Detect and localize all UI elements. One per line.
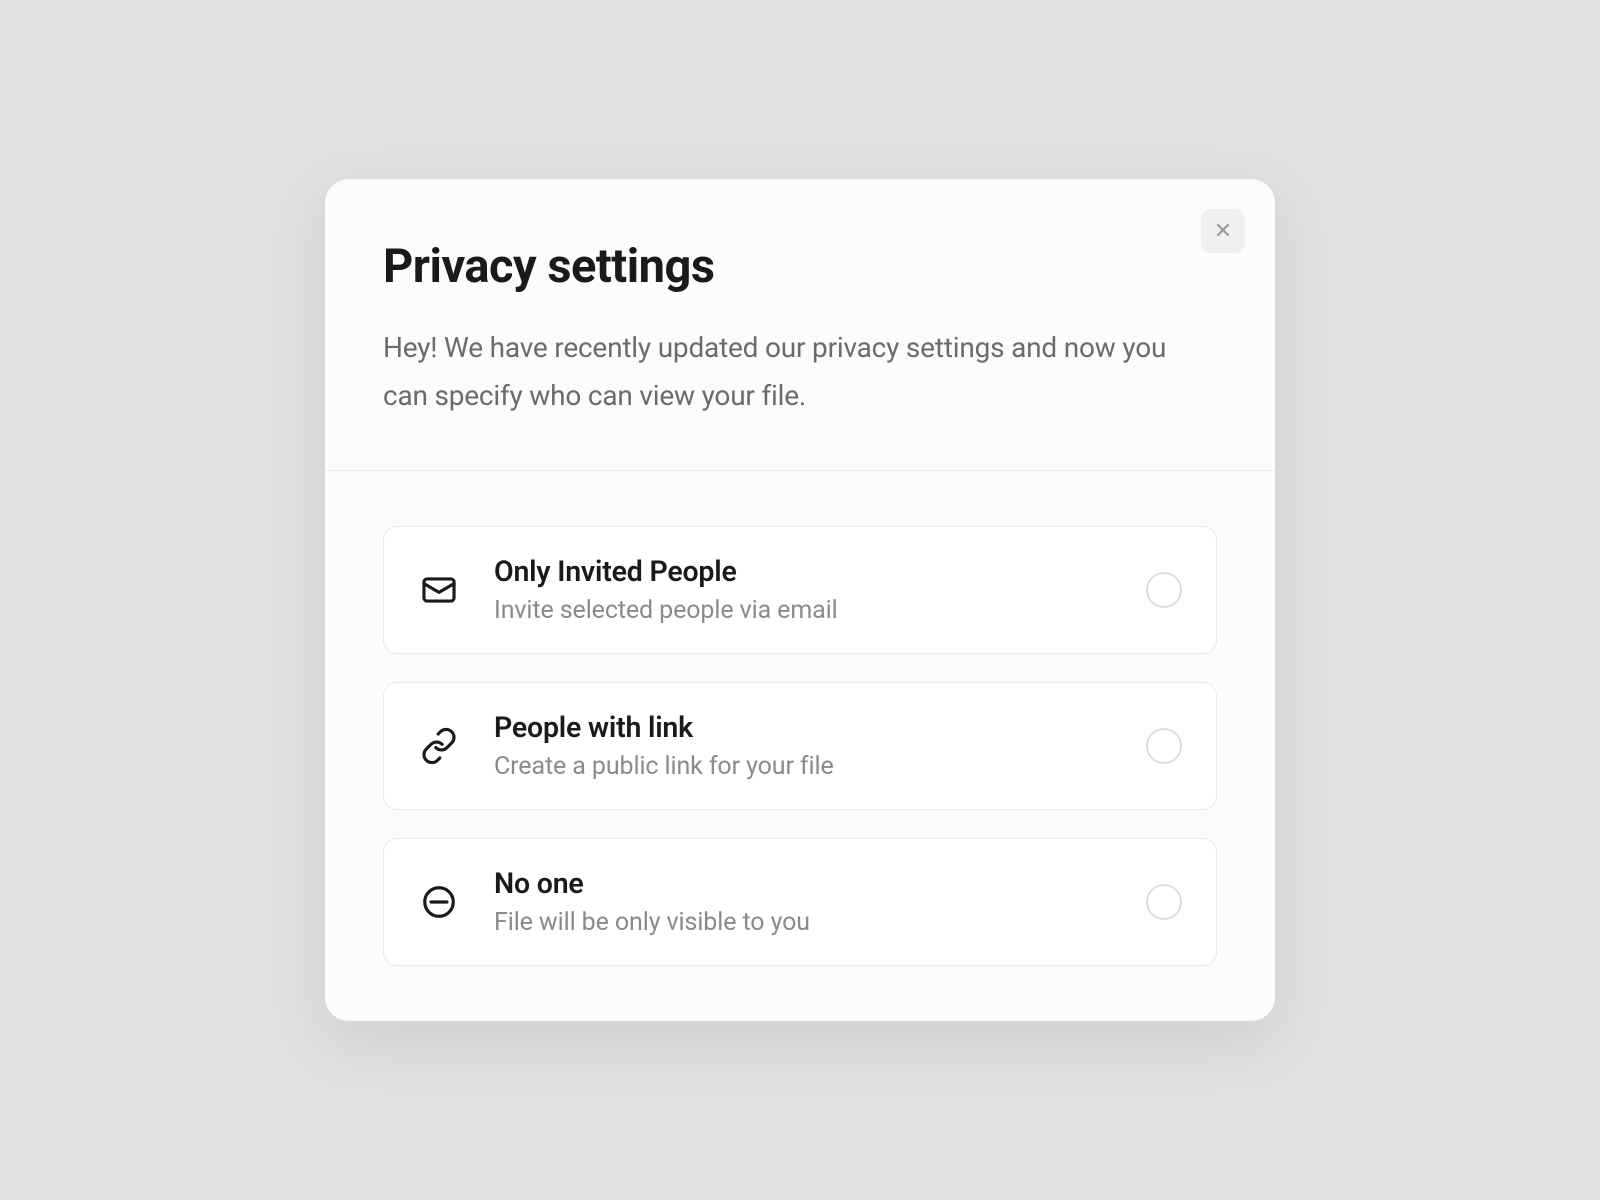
modal-header: Privacy settings Hey! We have recently u…: [325, 179, 1275, 470]
option-invited-people[interactable]: Only Invited People Invite selected peop…: [383, 526, 1217, 654]
option-people-with-link[interactable]: People with link Create a public link fo…: [383, 682, 1217, 810]
option-text: No one File will be only visible to you: [494, 867, 1146, 937]
option-no-one[interactable]: No one File will be only visible to you: [383, 838, 1217, 966]
link-icon: [418, 725, 460, 767]
radio-no-one[interactable]: [1146, 884, 1182, 920]
option-text: Only Invited People Invite selected peop…: [494, 555, 1146, 625]
option-title: Only Invited People: [494, 555, 1146, 588]
option-subtitle: Create a public link for your file: [494, 752, 1146, 781]
options-list: Only Invited People Invite selected peop…: [325, 471, 1275, 1021]
close-icon: [1213, 220, 1233, 243]
radio-invited-people[interactable]: [1146, 572, 1182, 608]
option-subtitle: File will be only visible to you: [494, 908, 1146, 937]
minus-circle-icon: [418, 881, 460, 923]
option-title: People with link: [494, 711, 1146, 744]
option-text: People with link Create a public link fo…: [494, 711, 1146, 781]
close-button[interactable]: [1201, 209, 1245, 253]
option-title: No one: [494, 867, 1146, 900]
radio-people-with-link[interactable]: [1146, 728, 1182, 764]
option-subtitle: Invite selected people via email: [494, 596, 1146, 625]
mail-icon: [418, 569, 460, 611]
privacy-settings-modal: Privacy settings Hey! We have recently u…: [325, 179, 1275, 1020]
modal-title: Privacy settings: [383, 239, 1217, 294]
modal-description: Hey! We have recently updated our privac…: [383, 324, 1217, 419]
